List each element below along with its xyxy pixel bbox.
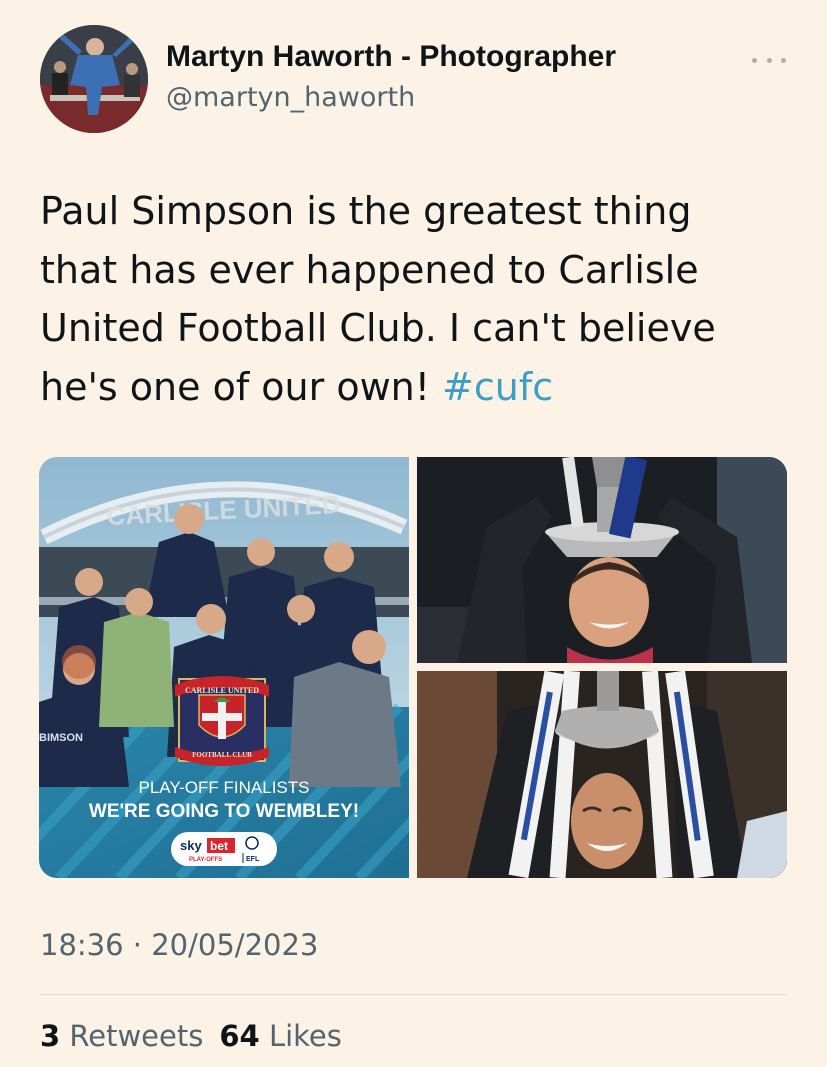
media-image-trophy-overhead[interactable]: [417, 457, 787, 663]
playoff-graphic: CARLISLE UNITED BIMSON CARLISLE UNITED F…: [39, 457, 409, 878]
shirt-sponsor-text: BIMSON: [39, 732, 83, 744]
tweet-timestamp[interactable]: 18:36 · 20/05/2023: [40, 928, 318, 962]
likes-count: 64: [219, 1019, 260, 1053]
author-display-name[interactable]: Martyn Haworth - Photographer: [166, 40, 616, 74]
retweets-count: 3: [40, 1019, 61, 1053]
media-grid: CARLISLE UNITED BIMSON CARLISLE UNITED F…: [39, 457, 787, 878]
tweet-text: Paul Simpson is the greatest thing that …: [40, 182, 790, 416]
avatar[interactable]: [40, 25, 148, 133]
badge-bet-text: bet: [210, 839, 228, 853]
dot: [766, 57, 772, 63]
tweet-line: he's one of our own! #cufc: [40, 358, 790, 417]
dot: [781, 57, 786, 63]
graphic-headline: PLAY-OFF FINALISTS: [139, 778, 310, 797]
media-image-playoff-graphic[interactable]: CARLISLE UNITED BIMSON CARLISLE UNITED F…: [39, 457, 409, 878]
badge-efl-text: EFL: [246, 856, 260, 863]
tweet-line: United Football Club. I can't believe: [40, 306, 716, 350]
author-handle[interactable]: @martyn_haworth: [166, 82, 415, 113]
media-image-trophy-face[interactable]: [417, 671, 787, 878]
divider: [40, 994, 787, 995]
badge-sub-text: PLAY-OFFS: [189, 857, 222, 863]
retweets-label: Retweets: [69, 1019, 204, 1053]
tweet-stats: 3 Retweets 64 Likes: [40, 1019, 342, 1053]
crest-bottom-text: FOOTBALL CLUB: [192, 751, 252, 759]
dot: [752, 57, 757, 63]
more-options-icon[interactable]: [752, 50, 786, 70]
badge-brand-text: sky: [180, 838, 202, 853]
likes-link[interactable]: 64 Likes: [219, 1019, 342, 1053]
trophy-photo: [417, 457, 787, 663]
retweets-link[interactable]: 3 Retweets: [40, 1019, 203, 1053]
hashtag-link[interactable]: #cufc: [442, 365, 553, 409]
skybet-efl-badge: sky bet PLAY-OFFS EFL: [171, 832, 277, 866]
tweet-line: that has ever happened to Carlisle: [40, 247, 699, 292]
likes-label: Likes: [268, 1019, 342, 1053]
crest-top-text: CARLISLE UNITED: [185, 686, 259, 695]
tweet-line: Paul Simpson is the greatest thing: [40, 189, 692, 233]
graphic-subheadline: WE'RE GOING TO WEMBLEY!: [89, 801, 359, 822]
tweet-line-text: he's one of our own!: [40, 364, 443, 409]
avatar-photo: [40, 25, 148, 133]
trophy-face-photo: [417, 671, 787, 878]
